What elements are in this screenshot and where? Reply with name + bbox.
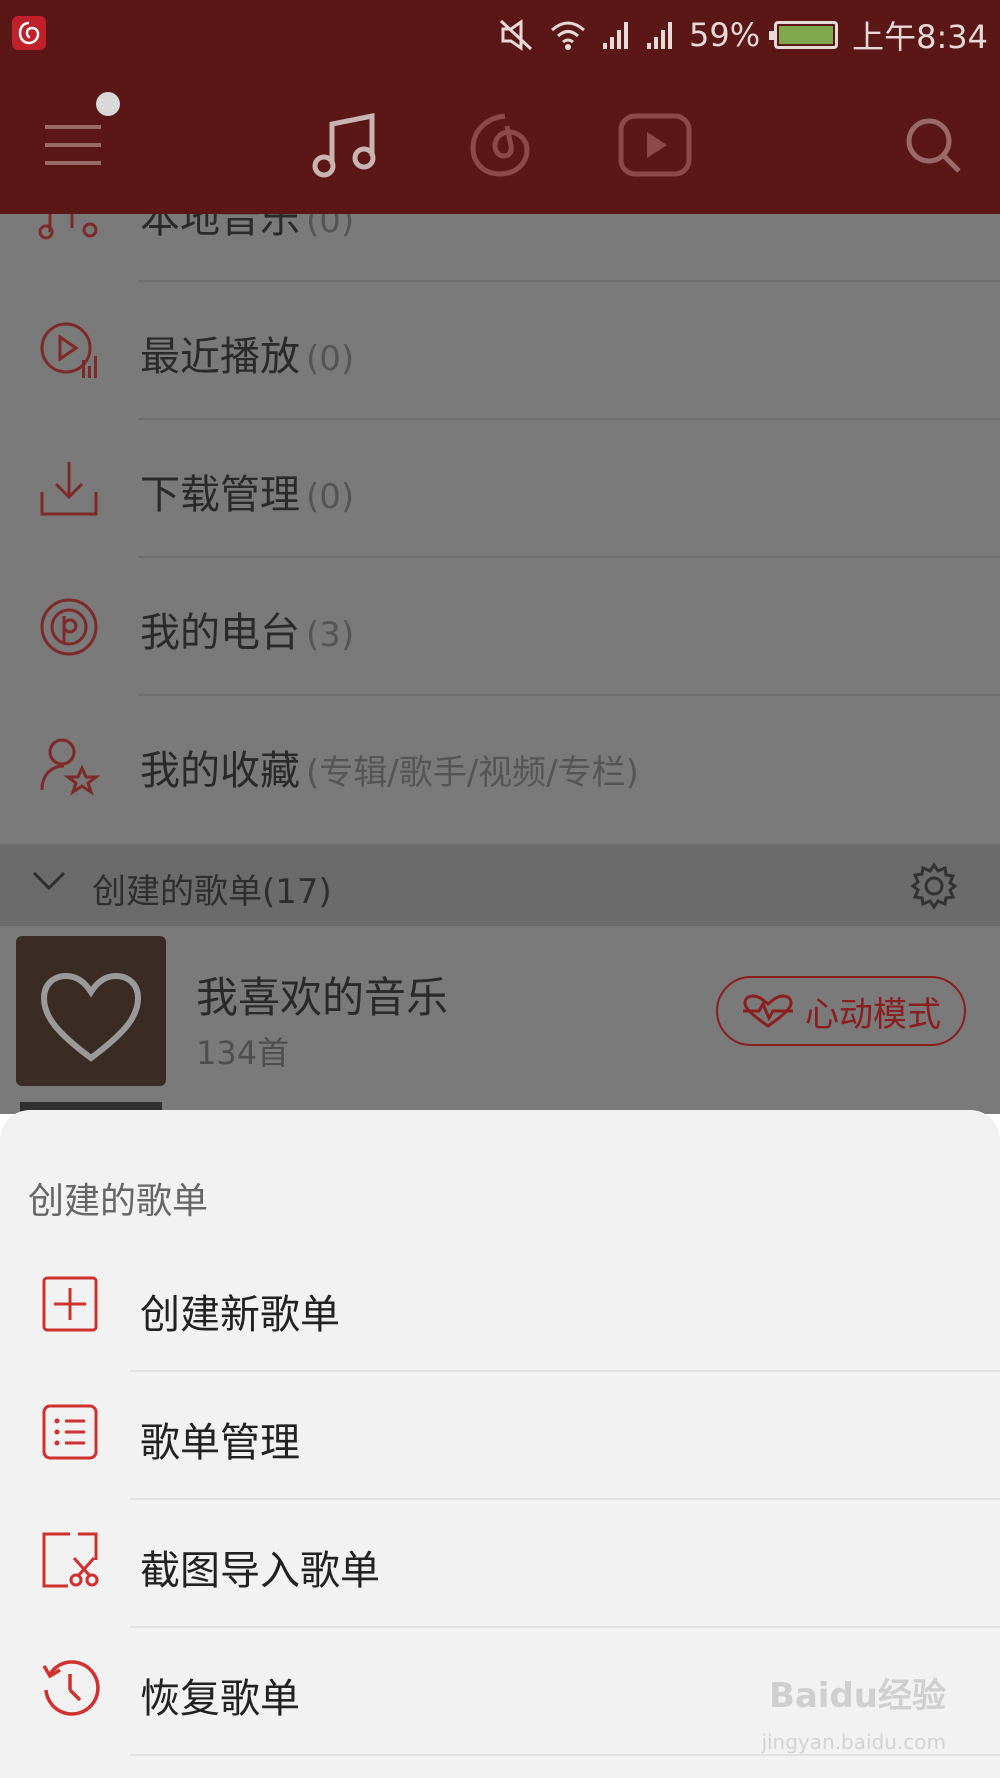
video-icon bbox=[618, 113, 692, 177]
tab-my-music[interactable] bbox=[300, 100, 390, 190]
library-item-favorites[interactable]: 我的收藏 (专辑/歌手/视频/专栏) bbox=[0, 696, 1000, 834]
sheet-item-label: 恢复歌单 bbox=[140, 1676, 300, 1722]
library-item-label: 本地音乐 bbox=[140, 214, 300, 242]
heartbeat-icon bbox=[743, 994, 793, 1028]
status-bar: 59% 上午8:34 bbox=[0, 0, 1000, 70]
sheet-title: 创建的歌单 bbox=[28, 1181, 209, 1222]
app-icon bbox=[12, 16, 46, 50]
restore-history-icon bbox=[42, 1660, 100, 1716]
tab-video[interactable] bbox=[610, 100, 700, 190]
sheet-item-label: 歌单管理 bbox=[140, 1420, 300, 1466]
library-item-radio[interactable]: 我的电台 (3) bbox=[0, 558, 1000, 696]
manage-playlists-item[interactable]: 歌单管理 bbox=[0, 1372, 1000, 1500]
playlist-name: 我喜欢的音乐 bbox=[196, 973, 449, 1022]
status-indicators: 59% 上午8:34 bbox=[499, 0, 988, 70]
music-notes-icon bbox=[38, 214, 98, 240]
created-playlists-header[interactable]: 创建的歌单(17) bbox=[0, 844, 1000, 926]
top-nav bbox=[0, 70, 1000, 214]
library-item-recent[interactable]: 最近播放 (0) bbox=[0, 282, 1000, 420]
library-content: 本地音乐 (0) 最近播放 (0) 下载管理 (0) 我的电台 (3) 我的收藏 (专辑/… bbox=[0, 214, 1000, 1114]
search-button[interactable] bbox=[888, 100, 978, 190]
signal-icon bbox=[603, 22, 628, 49]
add-square-icon bbox=[42, 1276, 98, 1332]
battery-icon bbox=[769, 21, 839, 49]
search-icon bbox=[906, 118, 961, 173]
watermark-url: jingyan.baidu.com bbox=[761, 1730, 946, 1754]
wifi-icon bbox=[551, 21, 585, 50]
screenshot-import-item[interactable]: 截图导入歌单 bbox=[0, 1500, 1000, 1628]
notification-dot bbox=[96, 92, 120, 116]
favorite-user-icon bbox=[40, 738, 100, 796]
heart-mode-label: 心动模式 bbox=[805, 994, 941, 1035]
menu-icon bbox=[45, 125, 101, 165]
watermark-logo: Baidu经验 bbox=[768, 1676, 946, 1716]
tab-discover[interactable] bbox=[455, 100, 545, 190]
library-item-local[interactable]: 本地音乐 (0) bbox=[0, 214, 1000, 282]
playlist-cover bbox=[16, 936, 166, 1086]
music-icon bbox=[312, 112, 376, 178]
sheet-item-label: 创建新歌单 bbox=[140, 1292, 340, 1338]
radio-icon bbox=[40, 598, 98, 656]
create-playlist-item[interactable]: 创建新歌单 bbox=[0, 1244, 1000, 1372]
status-time: 上午8:34 bbox=[852, 18, 988, 56]
library-item-label: 我的收藏 bbox=[140, 748, 300, 794]
mute-icon bbox=[499, 19, 533, 51]
screenshot-import-icon bbox=[42, 1532, 99, 1588]
heart-icon bbox=[40, 972, 142, 1062]
library-item-count: (0) bbox=[306, 339, 355, 379]
battery-percent: 59% bbox=[689, 16, 761, 54]
library-item-count: (0) bbox=[306, 477, 355, 517]
chevron-down-icon bbox=[32, 871, 66, 891]
gear-icon[interactable] bbox=[910, 862, 958, 910]
heart-mode-button[interactable]: 心动模式 bbox=[716, 976, 966, 1046]
list-manage-icon bbox=[42, 1404, 98, 1460]
library-item-download[interactable]: 下载管理 (0) bbox=[0, 420, 1000, 558]
library-item-count: (专辑/歌手/视频/专栏) bbox=[306, 753, 639, 793]
sheet-item-label: 截图导入歌单 bbox=[140, 1548, 380, 1594]
library-item-label: 我的电台 bbox=[140, 610, 300, 656]
section-label: 创建的歌单(17) bbox=[92, 872, 332, 912]
recent-play-icon bbox=[40, 322, 97, 378]
playlist-count: 134首 bbox=[196, 1034, 290, 1072]
library-item-label: 下载管理 bbox=[140, 472, 300, 518]
signal-icon bbox=[647, 22, 672, 49]
netease-icon bbox=[470, 113, 530, 177]
divider bbox=[130, 1754, 1000, 1756]
download-icon bbox=[40, 462, 98, 516]
library-item-count: (0) bbox=[306, 214, 355, 241]
library-item-label: 最近播放 bbox=[140, 334, 300, 380]
library-item-count: (3) bbox=[306, 615, 355, 655]
